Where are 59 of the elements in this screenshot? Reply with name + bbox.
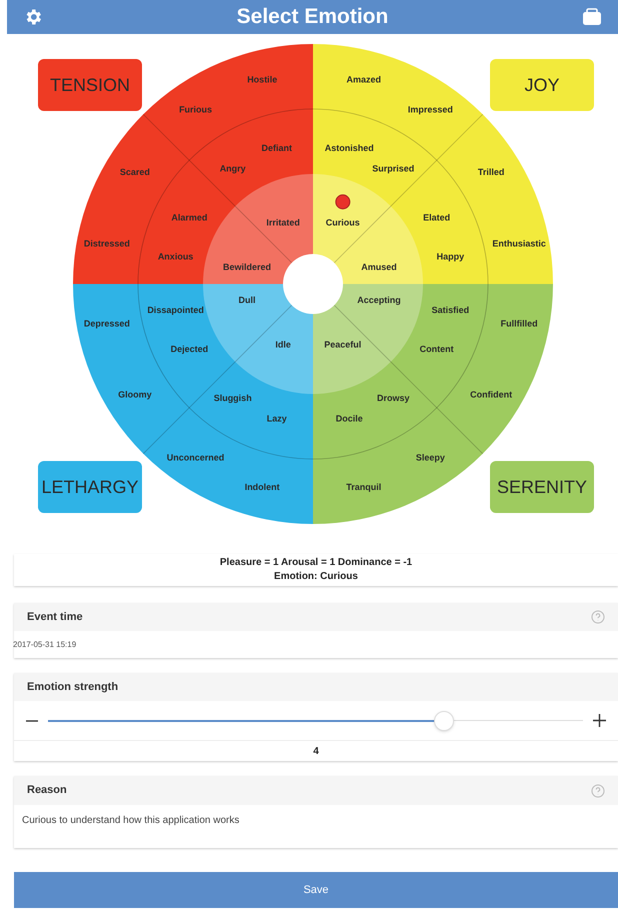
emotion-label[interactable]: Peaceful — [324, 340, 362, 350]
emotion-label[interactable]: Furious — [179, 104, 212, 114]
emotion-label[interactable]: Sleepy — [416, 452, 445, 462]
slider-thumb[interactable] — [434, 710, 454, 730]
field-label: Event time — [27, 610, 83, 625]
emotion-label[interactable]: Impressed — [408, 104, 453, 114]
briefcase-icon[interactable] — [582, 8, 602, 26]
emotion-label[interactable]: Content — [420, 344, 454, 354]
field-label: Reason — [27, 783, 67, 798]
quadrant-label[interactable]: JOY — [490, 59, 594, 111]
emotion-label[interactable]: Elated — [423, 212, 450, 223]
emotion-label[interactable]: Idle — [275, 340, 291, 350]
quadrant-label[interactable]: LETHARGY — [38, 461, 142, 513]
emotion-label[interactable]: Bewildered — [223, 262, 272, 272]
emotion-label[interactable]: Satisfied — [432, 305, 470, 316]
emotion-label[interactable]: Indolent — [244, 482, 280, 492]
reason-field[interactable]: Curious to understand how this application works — [14, 805, 618, 848]
selection-dot[interactable] — [335, 194, 350, 210]
emotion-label[interactable]: Dissapointed — [147, 305, 204, 316]
emotion-label[interactable]: Tranquil — [346, 482, 382, 492]
slider-track[interactable] — [48, 710, 583, 730]
emotion-label[interactable]: Docile — [336, 414, 363, 424]
emotion-label[interactable]: Drowsy — [377, 393, 410, 404]
summary-emotion: Emotion: Curious — [274, 570, 358, 584]
emotion-label[interactable]: Angry — [220, 164, 246, 174]
emotion-label[interactable]: Amused — [361, 262, 397, 272]
emotion-label[interactable]: Dejected — [170, 344, 208, 354]
date-field[interactable]: 2017-05-31 15:19 — [13, 631, 618, 658]
emotion-label[interactable]: Curious — [326, 217, 360, 228]
emotion-label[interactable]: Anxious — [158, 252, 194, 262]
summary-values: Pleasure = 1 Arousal = 1 Dominance = -1 — [220, 556, 412, 570]
wheel-hub — [283, 254, 343, 314]
emotion-label[interactable]: Defiant — [262, 143, 292, 154]
emotion-label[interactable]: Depressed — [84, 318, 130, 328]
emotion-label[interactable]: Trilled — [478, 167, 504, 178]
emotion-label[interactable]: Unconcerned — [166, 452, 224, 462]
emotion-label[interactable]: Confident — [470, 390, 512, 400]
emotion-label[interactable]: Amazed — [346, 74, 382, 85]
emotion-label[interactable]: Scared — [120, 167, 150, 178]
emotion-label[interactable]: Enthusiastic — [492, 238, 546, 248]
emotion-label[interactable]: Irritated — [266, 217, 300, 228]
emotion-label[interactable]: Distressed — [84, 238, 130, 248]
emotion-label[interactable]: Fullfilled — [500, 318, 538, 328]
emotion-label[interactable]: Happy — [436, 252, 464, 262]
quadrant-label[interactable]: SERENITY — [490, 461, 594, 513]
field-label: Emotion strength — [27, 680, 118, 695]
emotion-label[interactable]: Alarmed — [171, 212, 208, 223]
strength-value: 4 — [313, 744, 319, 758]
emotion-label[interactable]: Surprised — [372, 164, 414, 174]
emotion-label[interactable]: Astonished — [324, 143, 374, 154]
plus-icon[interactable] — [593, 714, 606, 727]
emotion-label[interactable]: Sluggish — [214, 393, 252, 404]
emotion-label[interactable]: Lazy — [266, 414, 287, 424]
emotion-label[interactable]: Gloomy — [118, 390, 152, 400]
header-title: Select Emotion — [236, 4, 388, 30]
emotion-label[interactable]: Hostile — [247, 74, 278, 85]
quadrant-label[interactable]: TENSION — [38, 59, 142, 111]
emotion-label[interactable]: Dull — [238, 294, 256, 305]
emotion-label[interactable]: Accepting — [357, 294, 401, 305]
